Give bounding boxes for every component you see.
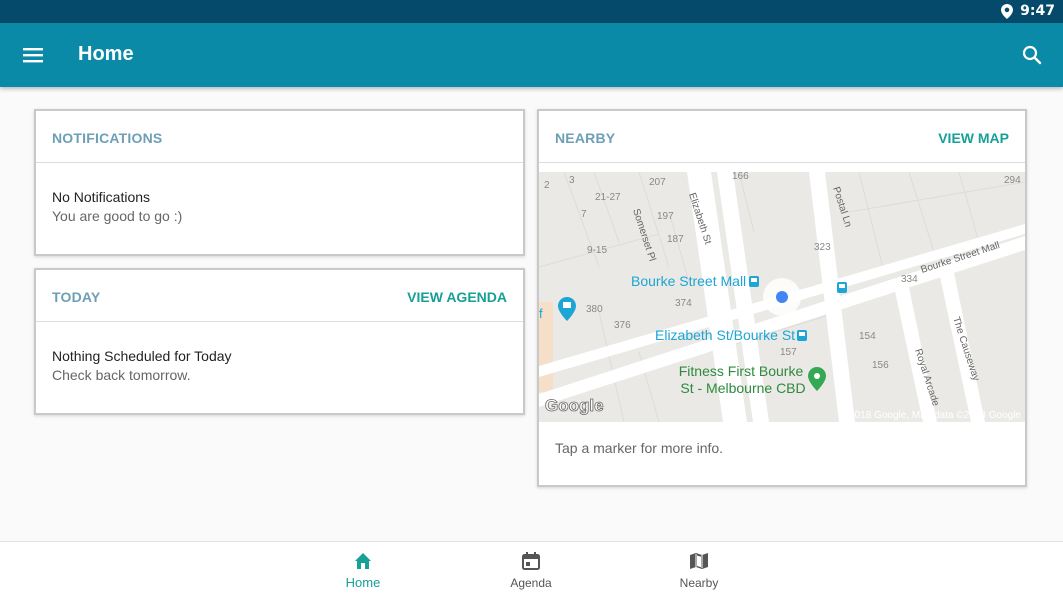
nav-agenda[interactable]: Agenda (471, 542, 591, 597)
nearby-map[interactable]: Elizabeth St Somerset Pl Postal Ln Bourk… (539, 172, 1025, 422)
notifications-card-header: NOTIFICATIONS (36, 111, 523, 163)
tram-stop-icon[interactable] (797, 330, 807, 341)
nearby-card: NEARBY VIEW MAP Elizabeth St Somerset Pl… (537, 109, 1027, 487)
bottom-navigation: Home Agenda Nearby (0, 541, 1063, 597)
calendar-icon (522, 552, 540, 570)
notifications-primary-text: No Notifications (52, 189, 151, 205)
map-number: 154 (859, 331, 876, 342)
view-map-button[interactable]: VIEW MAP (938, 130, 1009, 146)
today-title: TODAY (52, 289, 101, 305)
place-label-elizabeth-bourke[interactable]: Elizabeth St/Bourke St (655, 327, 795, 343)
hamburger-menu-icon (23, 48, 43, 63)
map-number: 323 (814, 242, 831, 253)
home-icon (355, 553, 371, 569)
notifications-title: NOTIFICATIONS (52, 130, 163, 146)
view-agenda-button[interactable]: VIEW AGENDA (407, 289, 507, 305)
notifications-card: NOTIFICATIONS No Notifications You are g… (34, 109, 525, 256)
nav-home-label: Home (345, 575, 381, 590)
page-title: Home (78, 43, 134, 65)
map-number: 7 (581, 209, 587, 220)
today-primary-text: Nothing Scheduled for Today (52, 348, 232, 364)
map-number: 294 (1004, 175, 1021, 186)
today-card: TODAY VIEW AGENDA Nothing Scheduled for … (34, 268, 525, 415)
map-number: 156 (872, 360, 889, 371)
nav-nearby[interactable]: Nearby (639, 542, 759, 597)
place-label-fitness-line2[interactable]: St - Melbourne CBD (680, 380, 805, 396)
map-number: 374 (675, 298, 692, 309)
nav-nearby-label: Nearby (679, 576, 719, 590)
place-label-bourke-street-mall[interactable]: Bourke Street Mall (631, 273, 746, 289)
map-number: 187 (667, 234, 684, 245)
status-bar: 9:47 (0, 0, 1063, 23)
nearby-footer-text: Tap a marker for more info. (555, 440, 724, 456)
map-number: 166 (732, 172, 749, 182)
location-pin-icon (1001, 4, 1013, 19)
nearby-card-header: NEARBY VIEW MAP (539, 111, 1025, 163)
nav-agenda-label: Agenda (510, 576, 552, 590)
menu-button[interactable] (18, 41, 48, 69)
notifications-secondary-text: You are good to go :) (52, 208, 183, 224)
today-secondary-text: Check back tomorrow. (52, 367, 191, 383)
tram-stop-icon[interactable] (749, 276, 759, 287)
map-number: 157 (780, 347, 797, 358)
map-number: 380 (586, 304, 603, 315)
map-icon (690, 553, 708, 569)
map-number: 9-15 (587, 245, 607, 256)
google-logo: Google (545, 396, 604, 415)
map-copyright: ©2018 Google, Map data ©2018 Google (842, 410, 1022, 421)
tram-stop-icon[interactable] (837, 282, 847, 293)
map-number: 3 (569, 175, 575, 186)
nearby-title: NEARBY (555, 130, 616, 146)
map-number: 376 (614, 320, 631, 331)
svg-text:f: f (539, 306, 543, 321)
map-number: 21-27 (595, 192, 621, 203)
map-number: 2 (544, 180, 550, 191)
status-time: 9:47 (1020, 3, 1055, 19)
map-number: 334 (901, 274, 918, 285)
search-button[interactable] (1017, 41, 1047, 69)
nav-home[interactable]: Home (303, 542, 423, 597)
today-card-header: TODAY VIEW AGENDA (36, 270, 523, 322)
place-label-fitness-line1[interactable]: Fitness First Bourke (679, 363, 804, 379)
app-bar: Home (0, 23, 1063, 87)
map-number: 207 (649, 177, 666, 188)
search-icon (1022, 45, 1042, 65)
map-number: 197 (657, 211, 674, 222)
my-location-icon (763, 278, 801, 316)
